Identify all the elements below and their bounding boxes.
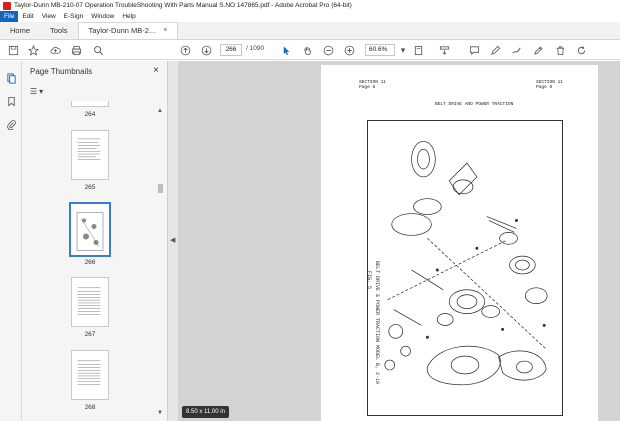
attachment-icon[interactable] (4, 117, 18, 131)
menu-help[interactable]: Help (118, 11, 139, 22)
left-rail (0, 61, 22, 421)
thumbnail-page-number: 267 (84, 331, 96, 338)
tab-home[interactable]: Home (0, 22, 40, 39)
thumbnail-page-number: 268 (84, 404, 96, 411)
draw-icon[interactable] (510, 44, 522, 56)
page-label-right: Page 8 (536, 85, 553, 90)
thumbnail-page-selected[interactable] (69, 202, 111, 257)
parts-diagram-illustration (384, 140, 548, 386)
window-title: Taylor-Dunn MB-210-07 Operation TroubleS… (14, 2, 352, 9)
close-icon[interactable]: × (163, 22, 167, 40)
thumbnail-page-number: 266 (84, 259, 96, 266)
highlight-pen-icon[interactable] (489, 44, 501, 56)
close-icon[interactable]: × (153, 65, 159, 76)
title-bar: Taylor-Dunn MB-210-07 Operation TroubleS… (0, 0, 620, 11)
save-icon[interactable] (7, 44, 19, 56)
tab-bar: Home Tools Taylor-Dunn MB-2... × (0, 22, 620, 40)
menu-window[interactable]: Window (87, 11, 118, 22)
thumbnail-page[interactable] (71, 130, 109, 180)
acrobat-app-icon (3, 1, 11, 10)
zoom-in-icon[interactable] (343, 44, 355, 56)
menu-file[interactable]: File (0, 11, 19, 22)
thumbnail-page[interactable] (71, 350, 109, 400)
zoom-level-select[interactable]: 60.6% (365, 44, 395, 56)
drawing-caption: BELT DRIVE & POWER TRACTION MODEL B, 2-1… (374, 261, 380, 385)
previous-page-icon[interactable] (179, 44, 191, 56)
thumbnail-page-number: 264 (84, 111, 96, 118)
scroll-mode-icon[interactable] (438, 44, 450, 56)
exploded-parts-drawing: BELT DRIVE & POWER TRACTION MODEL B, 2-1… (366, 120, 563, 416)
thumbnail-page[interactable] (71, 277, 109, 327)
drawing-figure-number: FIG. 5 (366, 271, 372, 290)
select-cursor-icon[interactable] (280, 44, 292, 56)
panel-title: Page Thumbnails (30, 67, 93, 76)
hand-tool-icon[interactable] (301, 44, 313, 56)
thumbnails-panel: Page Thumbnails × ☰ ▾ 264 265 266 267 26… (22, 61, 168, 421)
pdf-page: SECTION 11 Page 8 SECTION 11 Page 8 BELT… (321, 65, 598, 421)
upload-cloud-icon[interactable] (49, 44, 61, 56)
next-page-icon[interactable] (200, 44, 212, 56)
fit-page-icon[interactable] (412, 44, 424, 56)
toolbar: 266 / 1090 60.6% ▾ (0, 40, 620, 60)
zoom-out-icon[interactable] (322, 44, 334, 56)
bookmark-icon[interactable] (4, 94, 18, 108)
page-label-left: Page 8 (359, 85, 376, 90)
chevron-down-icon[interactable]: ▼ (157, 410, 163, 416)
document-viewport[interactable]: SECTION 11 Page 8 SECTION 11 Page 8 BELT… (178, 61, 620, 421)
menu-esign[interactable]: E-Sign (60, 11, 88, 22)
page-thumbnails-icon[interactable] (4, 71, 18, 85)
chevron-down-icon: ▾ (39, 87, 44, 96)
thumbnails-scrollbar[interactable]: ▲ ▼ (156, 108, 164, 418)
delete-icon[interactable] (554, 44, 566, 56)
search-icon[interactable] (92, 44, 104, 56)
chevron-down-icon[interactable]: ▾ (397, 44, 409, 56)
chevron-up-icon[interactable]: ▲ (157, 108, 163, 114)
list-options-icon: ☰ (30, 87, 38, 96)
page-heading: BELT DRIVE AND POWER TRACTION (435, 102, 514, 107)
print-icon[interactable] (70, 44, 82, 56)
menu-edit[interactable]: Edit (18, 11, 37, 22)
rotate-icon[interactable] (575, 44, 587, 56)
menu-bar: File Edit View E-Sign Window Help (0, 11, 620, 22)
tab-document[interactable]: Taylor-Dunn MB-2... × (77, 22, 179, 40)
panel-collapse-handle[interactable]: ◀ (168, 61, 178, 421)
scrollbar-thumb[interactable] (158, 184, 163, 193)
thumbnail-options-button[interactable]: ☰ ▾ (30, 87, 43, 96)
page-size-badge: 8.50 x 11.00 in (182, 406, 229, 418)
tab-tools[interactable]: Tools (40, 22, 78, 39)
fill-sign-icon[interactable] (532, 44, 544, 56)
bookmark-star-icon[interactable] (27, 44, 39, 56)
menu-view[interactable]: View (38, 11, 60, 22)
chevron-left-icon[interactable]: ◀ (170, 236, 175, 244)
page-number-input[interactable]: 266 (220, 44, 242, 56)
page-total: / 1090 (246, 45, 265, 52)
tab-document-label: Taylor-Dunn MB-2... (88, 26, 156, 35)
comment-icon[interactable] (468, 44, 480, 56)
thumbnail-page[interactable] (71, 101, 109, 107)
thumbnail-page-number: 265 (84, 184, 96, 191)
